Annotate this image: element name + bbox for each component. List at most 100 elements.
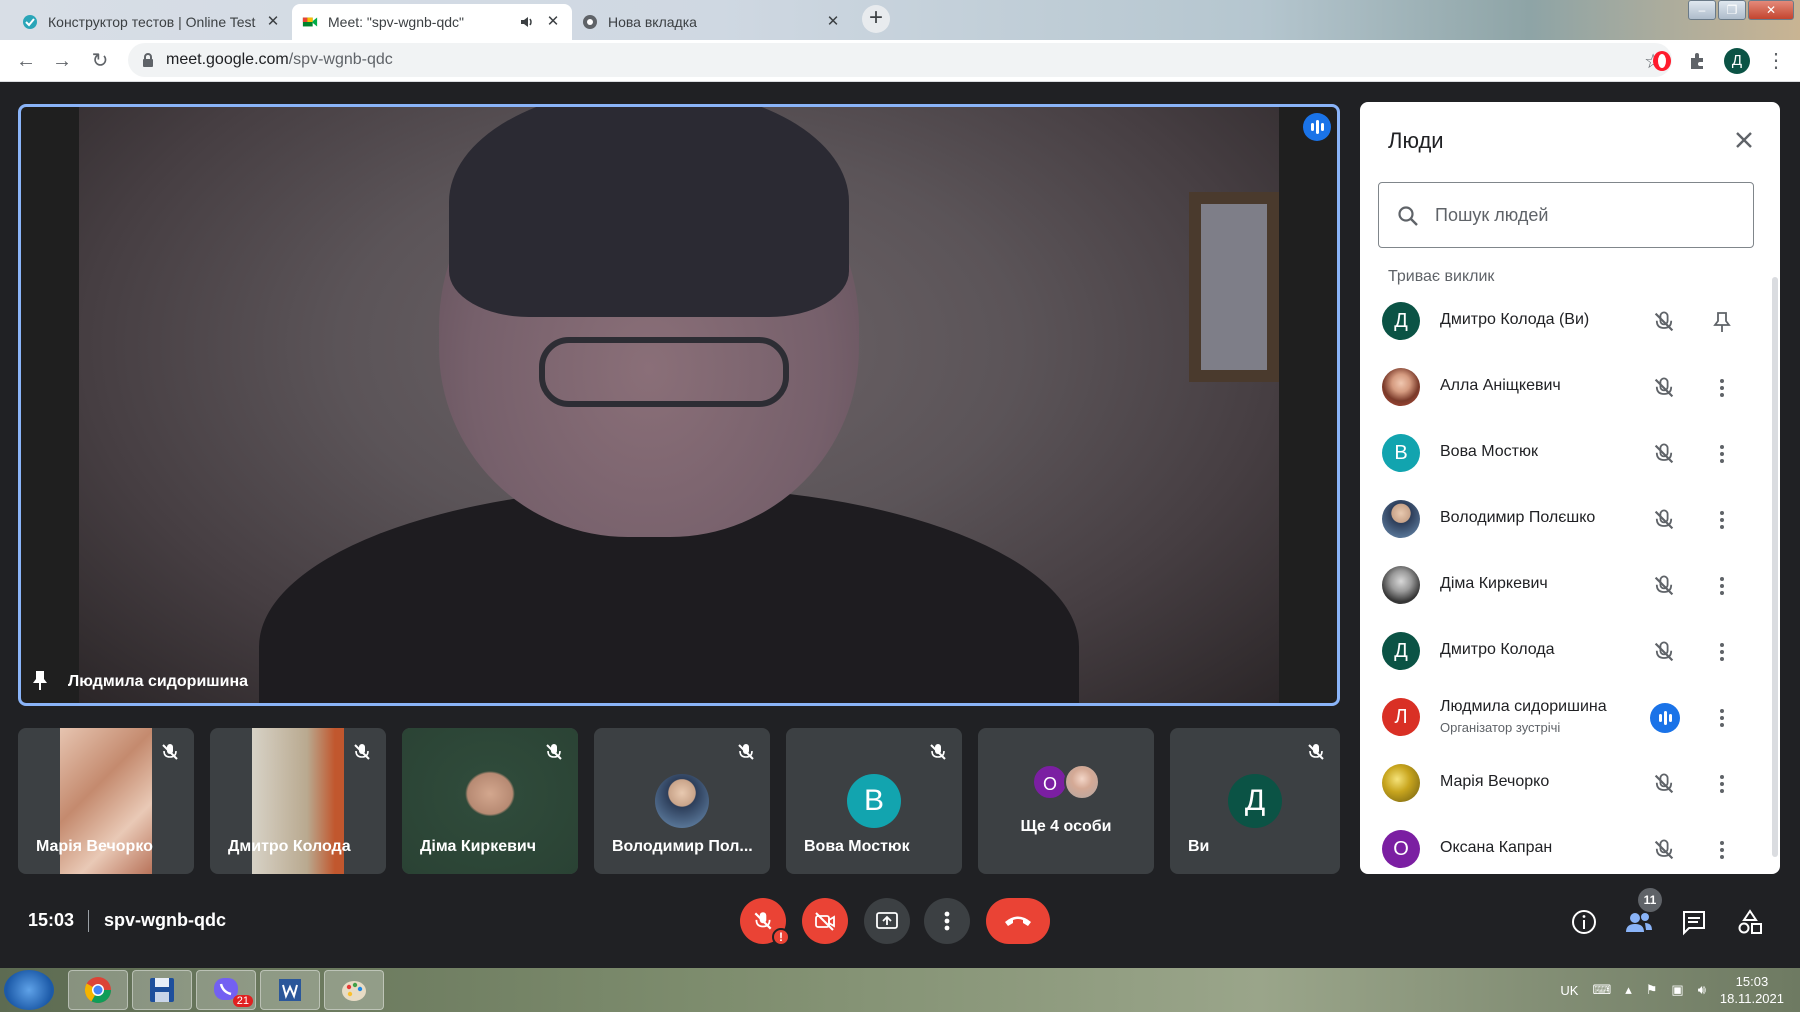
mini-photo-avatar — [1064, 764, 1100, 800]
taskbar-viber-button[interactable]: 21 — [196, 970, 256, 1010]
participant-tile[interactable]: Марія Вечорко — [18, 728, 194, 874]
mic-off-icon — [1652, 574, 1676, 598]
participant-photo-avatar — [655, 774, 709, 828]
profile-avatar[interactable]: Д — [1724, 48, 1750, 74]
more-participants-tile[interactable]: О Ще 4 особи — [978, 728, 1154, 874]
people-icon[interactable] — [1624, 908, 1652, 936]
tray-clock[interactable]: 15:03 18.11.2021 — [1720, 973, 1784, 1007]
panel-scrollbar[interactable] — [1772, 277, 1778, 857]
search-icon — [1397, 205, 1419, 227]
speaker-audio-icon[interactable] — [518, 13, 536, 31]
more-options-button[interactable] — [924, 898, 970, 944]
google-meet-favicon-icon — [302, 14, 318, 30]
participant-name: Діма Киркевич — [420, 838, 537, 855]
person-photo-avatar — [1382, 500, 1420, 538]
taskbar-chrome-button[interactable] — [68, 970, 128, 1010]
more-vertical-icon[interactable] — [1710, 376, 1734, 400]
person-avatar: О — [1382, 830, 1420, 868]
activities-icon[interactable] — [1736, 908, 1764, 936]
mic-toggle-button[interactable]: ! — [740, 898, 790, 946]
participant-count-badge: 11 — [1638, 888, 1662, 912]
person-row[interactable]: В Вова Мостюк — [1360, 420, 1764, 486]
meeting-details-icon[interactable] — [1570, 908, 1598, 936]
more-vertical-icon[interactable] — [1710, 508, 1734, 532]
close-icon[interactable] — [1730, 126, 1758, 154]
mini-avatar: О — [1032, 764, 1068, 800]
person-row[interactable]: О Оксана Капран — [1360, 816, 1764, 874]
viber-unread-badge: 21 — [232, 995, 253, 1007]
tab-title: Meet: "spv-wgnb-qdc" — [328, 14, 464, 30]
person-row[interactable]: Д Дмитро Колода (Ви) — [1360, 288, 1764, 354]
more-vertical-icon[interactable] — [1710, 442, 1734, 466]
address-bar[interactable]: meet.google.com/spv-wgnb-qdc ☆ — [128, 43, 1672, 77]
windows-start-button[interactable] — [4, 970, 54, 1010]
tray-time: 15:03 — [1735, 974, 1769, 989]
more-vertical-icon[interactable] — [1710, 640, 1734, 664]
close-tab-icon[interactable]: ✕ — [824, 13, 842, 31]
person-row[interactable]: Володимир Полєшко — [1360, 486, 1764, 552]
participant-tile[interactable]: Володимир Пол... — [594, 728, 770, 874]
opera-extension-icon[interactable] — [1650, 49, 1674, 73]
person-name: Оксана Капран — [1440, 839, 1553, 856]
participant-tile[interactable]: Дмитро Колода — [210, 728, 386, 874]
paint-palette-icon — [342, 981, 366, 1001]
minimize-window-button[interactable]: – — [1688, 0, 1716, 20]
more-vertical-icon[interactable] — [1710, 772, 1734, 796]
person-row[interactable]: Алла Аніщкевич — [1360, 354, 1764, 420]
people-search-input[interactable] — [1435, 201, 1735, 229]
self-tile[interactable]: Д Ви — [1170, 728, 1340, 874]
pin-icon[interactable] — [31, 669, 49, 691]
person-row[interactable]: Л Людмила сидоришина Організатор зустріч… — [1360, 684, 1764, 750]
lock-icon[interactable] — [140, 52, 156, 68]
language-indicator[interactable]: UK — [1560, 983, 1578, 998]
person-row[interactable]: Д Дмитро Колода — [1360, 618, 1764, 684]
chat-icon[interactable] — [1680, 908, 1708, 936]
people-search-box[interactable] — [1378, 182, 1754, 248]
mic-off-icon — [1306, 742, 1326, 762]
back-arrow-icon[interactable]: ← — [14, 49, 38, 73]
mic-alert-badge: ! — [772, 928, 790, 946]
more-vertical-icon — [944, 911, 950, 931]
participant-tile[interactable]: Діма Киркевич — [402, 728, 578, 874]
person-photo-avatar — [1382, 566, 1420, 604]
taskbar-save-button[interactable] — [132, 970, 192, 1010]
close-tab-icon[interactable]: ✕ — [544, 13, 562, 31]
tray-expand-icon[interactable]: ▴ — [1625, 982, 1632, 998]
window-controls: – ❐ ✕ — [1686, 0, 1794, 22]
extensions-puzzle-icon[interactable] — [1686, 49, 1710, 73]
browser-menu-icon[interactable]: ⋮ — [1764, 49, 1788, 73]
network-icon[interactable]: ▣ — [1671, 982, 1683, 998]
volume-icon[interactable]: 🔊︎ — [1698, 982, 1706, 998]
pin-icon[interactable] — [1710, 310, 1734, 334]
keyboard-icon[interactable]: ⌨ — [1592, 982, 1611, 998]
online-test-favicon-icon — [22, 14, 38, 30]
meeting-code: spv-wgnb-qdc — [104, 910, 226, 930]
windows-taskbar: 21 UK ⌨ ▴ ⚑ ▣ 🔊︎ 15:03 18.11.2021 — [0, 968, 1800, 1012]
close-window-button[interactable]: ✕ — [1748, 0, 1794, 20]
person-row[interactable]: Діма Киркевич — [1360, 552, 1764, 618]
person-row[interactable]: Марія Вечорко — [1360, 750, 1764, 816]
taskbar-paint-button[interactable] — [324, 970, 384, 1010]
maximize-window-button[interactable]: ❐ — [1718, 0, 1746, 20]
reload-icon[interactable]: ↻ — [88, 49, 112, 73]
present-screen-button[interactable] — [864, 898, 910, 944]
forward-arrow-icon[interactable]: → — [50, 49, 74, 73]
new-tab-button[interactable]: + — [862, 5, 890, 33]
taskbar-word-button[interactable] — [260, 970, 320, 1010]
more-vertical-icon[interactable] — [1710, 706, 1734, 730]
main-speaker-tile[interactable]: Людмила сидоришина — [18, 104, 1340, 706]
person-name: Дмитро Колода — [1440, 641, 1555, 658]
camera-toggle-button[interactable] — [802, 898, 848, 944]
tab-meet[interactable]: Meet: "spv-wgnb-qdc" ✕ — [292, 4, 572, 40]
tab-new-tab[interactable]: Нова вкладка ✕ — [572, 4, 852, 40]
tab-title: Нова вкладка — [608, 14, 697, 30]
more-vertical-icon[interactable] — [1710, 838, 1734, 862]
close-tab-icon[interactable]: ✕ — [264, 13, 282, 31]
url-path: /spv-wgnb-qdc — [288, 51, 393, 68]
tab-online-test[interactable]: Конструктор тестов | Online Test ✕ — [12, 4, 292, 40]
action-center-flag-icon[interactable]: ⚑ — [1646, 982, 1658, 998]
more-vertical-icon[interactable] — [1710, 574, 1734, 598]
leave-call-button[interactable] — [986, 898, 1050, 944]
participant-tile[interactable]: В Вова Мостюк — [786, 728, 962, 874]
mic-off-icon — [736, 742, 756, 762]
